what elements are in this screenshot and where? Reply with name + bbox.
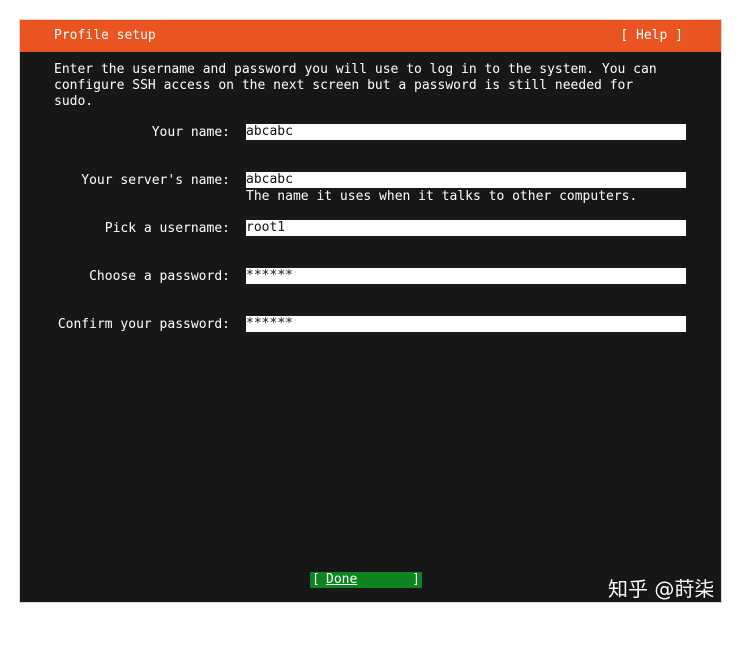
done-bracket-left: [ [312, 572, 320, 587]
intro-text: Enter the username and password you will… [54, 62, 657, 109]
server-name-input[interactable]: abcabc [246, 172, 686, 188]
installer-screen: Profile setup [ Help ] Enter the usernam… [20, 20, 721, 602]
done-button[interactable]: [ Done ] [310, 572, 422, 588]
username-label: Pick a username: [104, 221, 230, 236]
title-bar: Profile setup [ Help ] [20, 20, 721, 52]
server-name-label: Your server's name: [81, 173, 230, 188]
your-name-label: Your name: [151, 125, 230, 140]
confirm-password-input[interactable]: ****** [246, 316, 686, 332]
help-button[interactable]: [ Help ] [620, 28, 683, 44]
server-name-hint: The name it uses when it talks to other … [246, 189, 638, 204]
page-title: Profile setup [54, 28, 156, 43]
watermark: 知乎 @莳柒 [608, 577, 715, 601]
confirm-password-label: Confirm your password: [57, 317, 230, 332]
done-label: Done [326, 572, 358, 587]
your-name-input[interactable]: abcabc [246, 124, 686, 140]
password-input[interactable]: ****** [246, 268, 686, 284]
password-label: Choose a password: [89, 269, 230, 284]
username-input[interactable]: root1 [246, 220, 686, 236]
done-bracket-right: ] [412, 572, 420, 587]
